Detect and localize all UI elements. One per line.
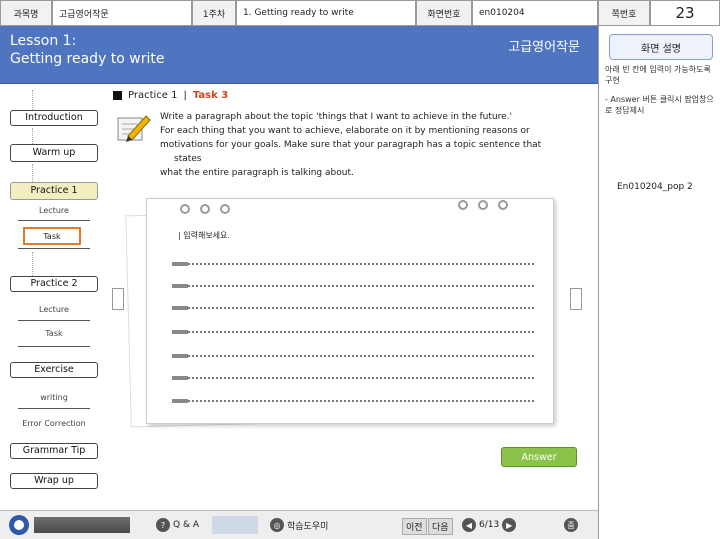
instruction-line: For each thing that you want to achieve,… bbox=[160, 126, 530, 136]
instruction-line: motivations for your goals. Make sure th… bbox=[160, 140, 542, 150]
qa-button[interactable]: ? Q & A bbox=[156, 518, 199, 532]
heading-separator: | bbox=[183, 90, 187, 101]
square-bullet-icon bbox=[113, 91, 122, 100]
binder-ring-icon bbox=[478, 200, 488, 210]
nav-introduction[interactable]: Introduction bbox=[10, 110, 98, 126]
description-text-1: 아래 빈 칸에 입력이 가능하도록 구현 bbox=[605, 65, 711, 85]
nav-lecture-1[interactable]: Lecture bbox=[10, 206, 98, 215]
nav-divider bbox=[18, 408, 90, 409]
footer-bar: ? Q & A ◎ 학습도우미 이전 다음 ◀ 6/13 ▶ 줌 bbox=[0, 510, 598, 539]
description-panel: 화면 설명 아래 빈 칸에 입력이 가능하도록 구현 - Answer 버튼 클… bbox=[598, 26, 720, 539]
page-navigator: ◀ 6/13 ▶ bbox=[462, 518, 517, 532]
nav-practice-1[interactable]: Practice 1 bbox=[10, 182, 98, 200]
lesson-name: 1. Getting ready to write bbox=[236, 0, 416, 26]
footer-blank-panel bbox=[212, 516, 258, 534]
study-helper-label: 학습도우미 bbox=[287, 521, 329, 532]
input-prompt: | 입력해보세요. bbox=[178, 231, 230, 240]
zoom-icon: 줌 bbox=[564, 518, 578, 532]
lesson-title: Lesson 1: Getting ready to write bbox=[10, 32, 165, 68]
answer-line-input[interactable] bbox=[172, 262, 534, 266]
lesson-title-line1: Lesson 1: bbox=[10, 33, 77, 49]
course-name: 고급영어작문 bbox=[52, 0, 192, 26]
qa-label: Q & A bbox=[173, 520, 199, 530]
nav-connector bbox=[32, 252, 33, 276]
nav-connector bbox=[32, 128, 33, 144]
answer-line-input[interactable] bbox=[172, 330, 534, 334]
screen-no-label: 화면번호 bbox=[416, 0, 472, 26]
helper-icon: ◎ bbox=[270, 518, 284, 532]
instruction-line: Write a paragraph about the topic 'thing… bbox=[160, 112, 512, 122]
nav-grammar-tip[interactable]: Grammar Tip bbox=[10, 443, 98, 459]
nav-practice-2[interactable]: Practice 2 bbox=[10, 276, 98, 292]
binder-ring-icon bbox=[200, 204, 210, 214]
answer-button[interactable]: Answer bbox=[501, 447, 577, 467]
page-no: 23 bbox=[650, 0, 720, 26]
practice-label: Practice 1 bbox=[128, 90, 178, 101]
answer-line-input[interactable] bbox=[172, 354, 534, 358]
prev-button[interactable]: 이전 bbox=[402, 518, 427, 535]
description-title: 화면 설명 bbox=[609, 34, 713, 60]
zoom-button[interactable]: 줌 bbox=[564, 518, 578, 532]
page-indicator: 6/13 bbox=[479, 520, 500, 530]
nav-divider bbox=[18, 346, 90, 347]
instruction-line: states bbox=[174, 154, 202, 164]
paper-edge-right bbox=[570, 288, 582, 310]
nav-exercise[interactable]: Exercise bbox=[10, 362, 98, 378]
university-logo-icon bbox=[9, 515, 29, 535]
popup-id: En010204_pop 2 bbox=[617, 182, 693, 192]
binder-ring-icon bbox=[498, 200, 508, 210]
instruction-line: what the entire paragraph is talking abo… bbox=[160, 168, 354, 178]
prev-page-icon[interactable]: ◀ bbox=[462, 518, 476, 532]
task-instruction: Write a paragraph about the topic 'thing… bbox=[160, 110, 580, 180]
answer-line-input[interactable] bbox=[172, 284, 534, 288]
lesson-title-line2: Getting ready to write bbox=[10, 51, 165, 67]
nav-connector bbox=[32, 90, 33, 110]
nav-wrap-up[interactable]: Wrap up bbox=[10, 473, 98, 489]
binder-ring-icon bbox=[220, 204, 230, 214]
title-bar: Lesson 1: Getting ready to write 고급영어작문 bbox=[0, 26, 598, 84]
nav-divider bbox=[18, 248, 90, 249]
nav-task-2[interactable]: Task bbox=[10, 329, 98, 338]
description-text-2: - Answer 버튼 클릭시 팝업창으로 정답제시 bbox=[605, 95, 714, 115]
nav-lecture-2[interactable]: Lecture bbox=[10, 305, 98, 314]
next-label: 다음 bbox=[428, 518, 453, 535]
university-name-banner bbox=[34, 517, 130, 533]
task-label: Task 3 bbox=[192, 90, 229, 101]
nav-divider bbox=[18, 220, 90, 221]
next-page-icon[interactable]: ▶ bbox=[502, 518, 517, 532]
course-label: 과목명 bbox=[0, 0, 52, 26]
answer-line-input[interactable] bbox=[172, 376, 534, 380]
next-button[interactable]: 다음 bbox=[428, 518, 453, 535]
prev-label: 이전 bbox=[402, 518, 427, 535]
screen-no: en010204 bbox=[472, 0, 598, 26]
binder-ring-icon bbox=[458, 200, 468, 210]
nav-warm-up[interactable]: Warm up bbox=[10, 144, 98, 162]
nav-connector bbox=[32, 164, 33, 182]
practice-heading: Practice 1 | Task 3 bbox=[113, 90, 228, 101]
study-helper-button[interactable]: ◎ 학습도우미 bbox=[270, 518, 328, 532]
page-no-label: 쪽번호 bbox=[598, 0, 650, 26]
week-label: 1주차 bbox=[192, 0, 236, 26]
nav-task-1[interactable]: Task bbox=[23, 227, 81, 245]
answer-line-input[interactable] bbox=[172, 399, 534, 403]
nav-writing[interactable]: writing bbox=[10, 393, 98, 402]
course-title: 고급영어작문 bbox=[508, 40, 580, 55]
writing-pad-icon bbox=[117, 115, 151, 142]
question-icon: ? bbox=[156, 518, 170, 532]
nav-error-correction[interactable]: Error Correction bbox=[10, 419, 98, 428]
nav-divider bbox=[18, 320, 90, 321]
binder-ring-icon bbox=[180, 204, 190, 214]
paper-edge-left bbox=[112, 288, 124, 310]
answer-line-input[interactable] bbox=[172, 306, 534, 310]
